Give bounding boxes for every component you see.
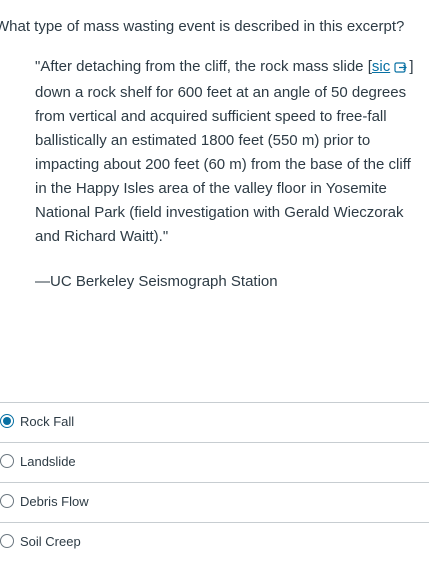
- radio-unselected-icon[interactable]: [0, 454, 14, 468]
- answer-option-debris-flow[interactable]: Debris Flow: [0, 482, 429, 522]
- answer-label: Landslide: [20, 454, 76, 469]
- radio-unselected-icon[interactable]: [0, 494, 14, 508]
- answer-option-soil-creep[interactable]: Soil Creep: [0, 522, 429, 562]
- answer-label: Soil Creep: [20, 534, 81, 549]
- quote-attribution: —UC Berkeley Seismograph Station: [35, 273, 278, 290]
- answer-label: Debris Flow: [20, 494, 89, 509]
- excerpt-quote: "After detaching from the cliff, the roc…: [35, 55, 423, 249]
- radio-selected-icon[interactable]: [0, 414, 14, 428]
- answer-label: Rock Fall: [20, 414, 75, 429]
- question-text: What type of mass wasting event is descr…: [0, 18, 405, 35]
- external-link-icon[interactable]: [394, 57, 408, 81]
- sic-link[interactable]: sic: [372, 58, 390, 75]
- quote-text-part2: ] down a rock shelf for 600 feet at an a…: [35, 58, 414, 245]
- answer-option-landslide[interactable]: Landslide: [0, 442, 429, 482]
- quote-text-part1: "After detaching from the cliff, the roc…: [35, 58, 372, 75]
- answer-option-rock-fall[interactable]: Rock Fall: [0, 402, 429, 442]
- answer-list: Rock Fall Landslide Debris Flow Soil Cre…: [0, 402, 429, 562]
- radio-unselected-icon[interactable]: [0, 534, 14, 548]
